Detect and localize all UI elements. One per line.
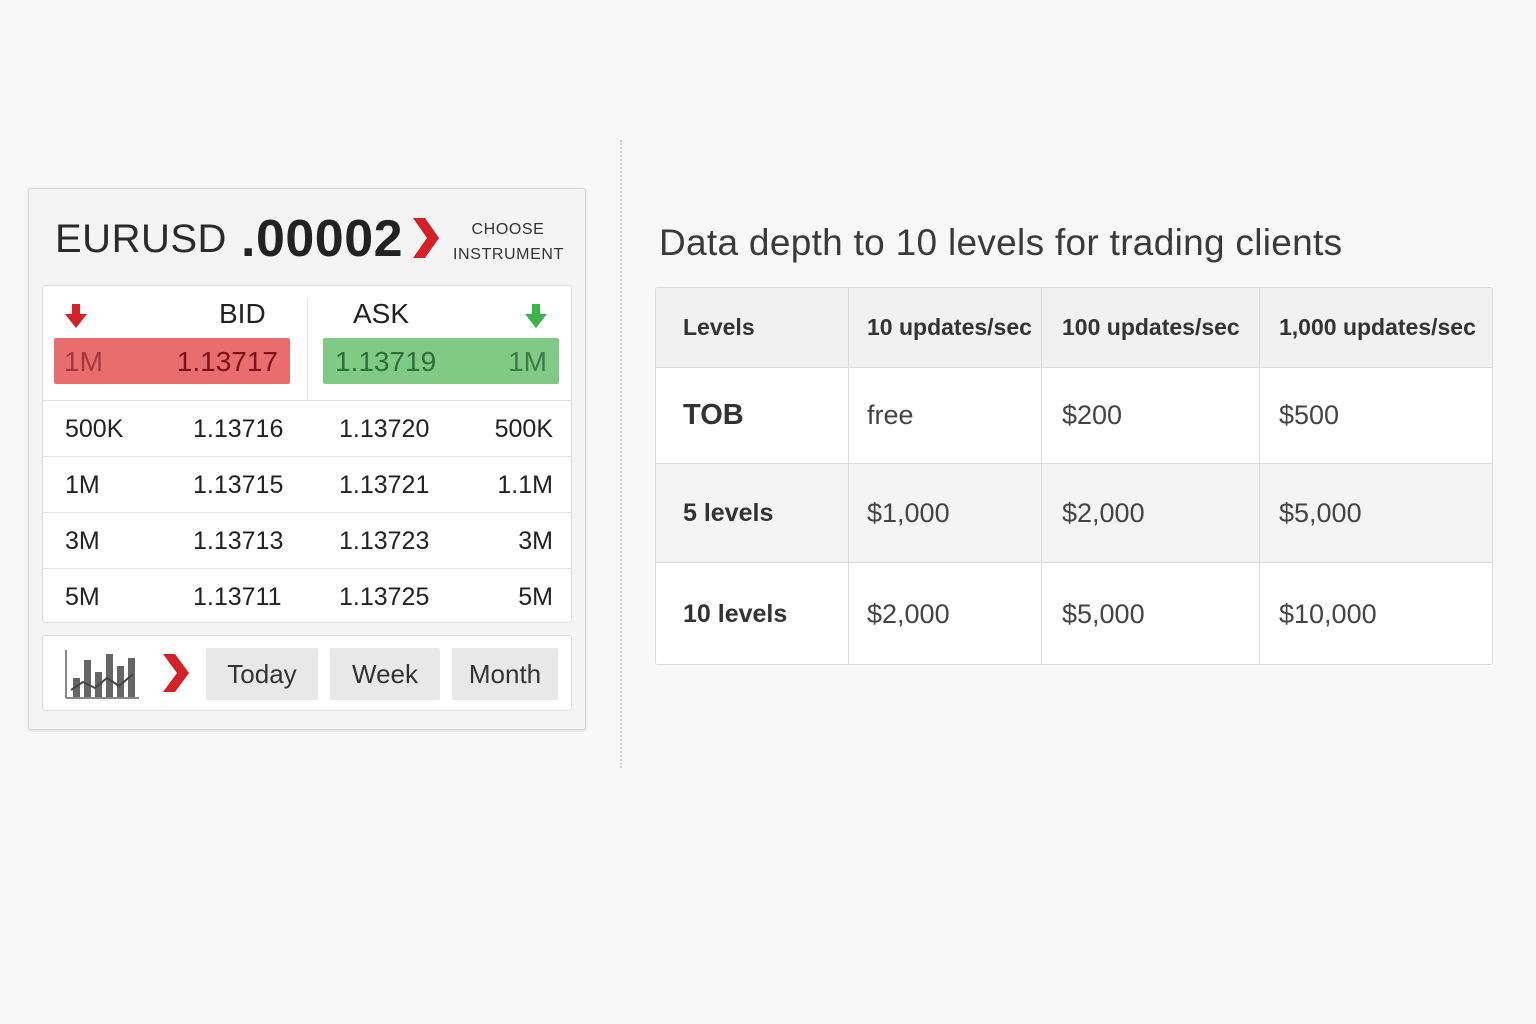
price-cell: free [849,368,1042,463]
ask-price: 1.13725 [339,583,430,611]
best-bid-button[interactable]: 1M 1.13717 [54,338,290,384]
choose-label: CHOOSE [471,221,545,238]
header-cell: 10 updates/sec [849,288,1042,367]
price-cell: $2,000 [1042,464,1260,562]
month-button[interactable]: Month [452,648,558,700]
ask-size: 500K [494,415,553,443]
bid-price: 1.13715 [193,471,284,499]
depth-row[interactable]: 5M 1.13711 1.13725 5M [43,569,571,625]
widget-header: EURUSD .00002 CHOOSE INSTRUMENT [29,189,585,285]
bid-size: 500K [65,415,124,443]
level-cell: 5 levels [656,464,849,562]
level-cell: TOB [656,368,849,463]
header-cell: 1,000 updates/sec [1279,314,1476,340]
price-cell: $1,000 [849,464,1042,562]
price-cell: $500 [1279,400,1340,430]
depth-row[interactable]: 3M 1.13713 1.13723 3M [43,513,571,569]
bid-size: 3M [65,527,100,555]
ask-price: 1.13720 [339,415,430,443]
arrow-down-icon [65,304,87,328]
best-ask-button[interactable]: 1.13719 1M [323,338,559,384]
bid-size: 1M [65,471,100,499]
pricing-table: Levels 10 updates/sec 100 updates/sec 1,… [655,287,1493,665]
today-button[interactable]: Today [206,648,318,700]
order-book-top: BID ASK 1M 1.13717 1.13719 1M [43,286,571,401]
price-cell: $200 [1042,368,1260,463]
chevron-right-icon[interactable] [411,216,441,260]
bid-size: 5M [65,583,100,611]
column-divider [307,298,308,401]
instrument-label: INSTRUMENT [453,246,564,263]
page: EURUSD .00002 CHOOSE INSTRUMENT BID ASK [0,0,1536,1024]
bid-price: 1.13713 [193,527,284,555]
table-row: TOB free $200 $500 [656,368,1492,464]
trading-widget: EURUSD .00002 CHOOSE INSTRUMENT BID ASK [28,188,586,730]
best-bid-price: 1.13717 [176,346,278,377]
price-cell: $2,000 [849,563,1042,664]
widget-footer: Today Week Month [42,635,572,711]
table-header-row: Levels 10 updates/sec 100 updates/sec 1,… [656,288,1492,368]
best-ask-price: 1.13719 [335,346,437,377]
chevron-right-icon[interactable] [161,652,191,694]
header-cell: 100 updates/sec [1042,288,1260,367]
table-row: 10 levels $2,000 $5,000 $10,000 [656,563,1492,664]
price-cell: $10,000 [1279,599,1377,629]
bid-price: 1.13711 [193,583,282,611]
best-ask-size: 1M [508,346,547,377]
header-cell: Levels [656,288,849,367]
bid-price: 1.13716 [193,415,284,443]
vertical-divider [620,140,622,768]
best-bid-size: 1M [64,346,103,377]
ask-price: 1.13723 [339,527,430,555]
bid-header: BID [219,298,266,329]
level-cell: 10 levels [656,563,849,664]
ask-size: 1.1M [497,471,553,499]
instrument-symbol: EURUSD [55,217,227,261]
spread-value: .00002 [241,210,404,268]
ask-price: 1.13721 [339,471,430,499]
price-cell: $5,000 [1042,563,1260,664]
ask-size: 3M [518,527,553,555]
bar-chart-icon[interactable] [63,648,141,702]
price-cell: $5,000 [1279,497,1362,528]
week-button[interactable]: Week [330,648,440,700]
depth-row[interactable]: 1M 1.13715 1.13721 1.1M [43,457,571,513]
arrow-down-icon [525,304,547,328]
choose-instrument-link[interactable]: CHOOSE INSTRUMENT [453,217,563,267]
ask-size: 5M [518,583,553,611]
ask-header: ASK [353,298,410,329]
table-row: 5 levels $1,000 $2,000 $5,000 [656,464,1492,563]
depth-row[interactable]: 500K 1.13716 1.13720 500K [43,401,571,457]
order-book: BID ASK 1M 1.13717 1.13719 1M 500K 1.137… [42,285,572,623]
pricing-title: Data depth to 10 levels for trading clie… [659,222,1343,263]
